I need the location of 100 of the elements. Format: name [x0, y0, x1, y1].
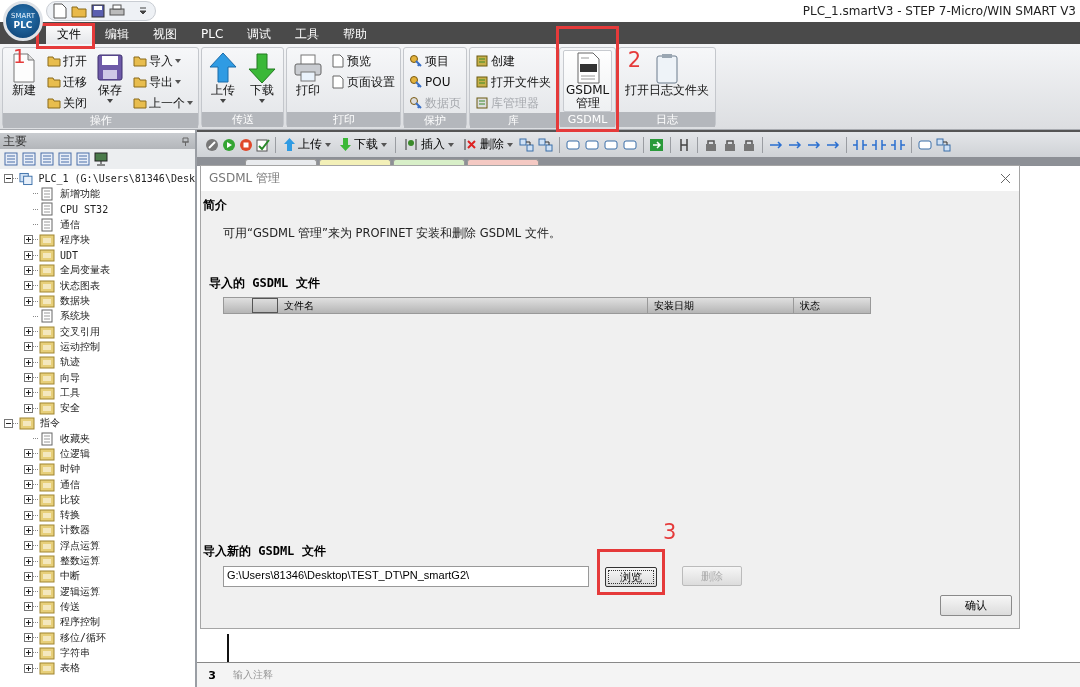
menu-tab[interactable]: 调试 [236, 24, 283, 44]
window-icon[interactable] [917, 137, 933, 152]
ribbon-button[interactable]: 页面设置 [329, 72, 397, 92]
tree-item[interactable]: 程序控制 [60, 615, 100, 630]
ribbon-button[interactable]: 创建 [473, 51, 553, 71]
column-header[interactable]: 安装日期 [648, 298, 794, 313]
tree-item[interactable]: 数据块 [60, 294, 90, 308]
window-icon[interactable] [565, 137, 581, 152]
browse-button[interactable]: 浏览 [605, 567, 657, 587]
ribbon-button[interactable]: 导入 [131, 51, 195, 71]
tree-item[interactable]: 运动控制 [60, 339, 100, 354]
expand-toggle[interactable] [24, 648, 33, 658]
lock-icon[interactable] [703, 137, 719, 152]
ribbon-button[interactable]: 打开文件夹 [473, 72, 553, 92]
tree-item[interactable]: 全局变量表 [60, 263, 110, 278]
tree-item[interactable]: 状态图表 [60, 278, 100, 293]
save-icon[interactable] [91, 4, 105, 18]
expand-toggle[interactable] [24, 587, 33, 597]
contact-icon[interactable] [871, 137, 887, 152]
tree-item[interactable]: 中断 [60, 569, 80, 584]
tree-item[interactable]: 新增功能 [60, 186, 100, 201]
expand-toggle[interactable] [4, 418, 13, 428]
expand-toggle[interactable] [24, 663, 33, 673]
tree-item[interactable]: 转换 [60, 508, 80, 523]
window-icon[interactable] [622, 137, 638, 152]
tree-item[interactable]: 位逻辑 [60, 447, 90, 461]
toolbar-button[interactable]: 删除 [460, 136, 516, 153]
expand-toggle[interactable] [4, 174, 13, 184]
arrow-box-icon[interactable] [649, 137, 665, 152]
toolbar-button[interactable]: 上传 [281, 136, 334, 153]
expand-toggle[interactable] [24, 525, 33, 535]
expand-toggle[interactable] [24, 235, 33, 245]
path-field[interactable]: G:\Users\81346\Desktop\TEST_DT\PN_smartG2\ [223, 565, 589, 587]
stop-icon[interactable] [239, 137, 253, 152]
ribbon-button[interactable]: 打开 [45, 51, 89, 71]
tree-item[interactable]: 计数器 [60, 523, 90, 538]
tree-item[interactable]: 时钟 [60, 462, 80, 477]
tree-item[interactable]: 通信 [60, 477, 80, 492]
expand-toggle[interactable] [24, 556, 33, 566]
print-icon[interactable] [109, 4, 125, 18]
compile-icon[interactable] [205, 137, 219, 152]
network-icon[interactable] [538, 137, 554, 152]
column-header[interactable]: 状态 [794, 298, 870, 313]
ribbon-button[interactable]: POU [407, 72, 463, 92]
tree-item[interactable]: 移位/循环 [60, 630, 107, 645]
run-icon[interactable] [222, 137, 236, 152]
expand-toggle[interactable] [24, 403, 33, 413]
expand-toggle[interactable] [24, 373, 33, 382]
toolbar-button[interactable]: 插入 [401, 136, 457, 153]
monitor-icon[interactable] [94, 152, 108, 166]
expand-toggle[interactable] [24, 480, 33, 490]
window-icon[interactable] [603, 137, 619, 152]
tree-item[interactable]: 比较 [60, 492, 80, 507]
contact-icon[interactable] [852, 137, 868, 152]
network-icon[interactable] [936, 137, 952, 152]
network-icon[interactable] [519, 137, 535, 152]
tree-item[interactable]: 通信 [60, 217, 80, 232]
ribbon-button[interactable]: 项目 [407, 51, 463, 71]
window-icon[interactable] [584, 137, 600, 152]
expand-toggle[interactable] [24, 265, 33, 275]
tree-item[interactable]: PLC_1 (G:\Users\81346\Desk [38, 173, 195, 185]
ribbon-button[interactable]: 上一个 [131, 93, 195, 113]
menu-tab[interactable]: 编辑 [94, 24, 140, 44]
expand-toggle[interactable] [24, 296, 33, 306]
expand-toggle[interactable] [24, 327, 33, 337]
expand-toggle[interactable] [24, 281, 33, 291]
expand-toggle[interactable] [24, 510, 33, 520]
ribbon-button[interactable]: 预览 [329, 51, 397, 71]
checklist-icon[interactable] [256, 137, 270, 152]
tree-item[interactable]: 程序块 [60, 232, 90, 247]
expand-toggle[interactable] [24, 449, 33, 459]
ribbon-button[interactable]: 迁移 [45, 72, 89, 92]
tree-item[interactable]: 浮点运算 [60, 538, 100, 553]
tree-item[interactable]: 收藏夹 [60, 431, 90, 446]
expand-toggle[interactable] [24, 633, 33, 643]
tree-item[interactable]: 逻辑运算 [60, 584, 100, 599]
contact-icon[interactable] [890, 137, 906, 152]
tree-item[interactable]: 传送 [60, 599, 80, 614]
pin-icon[interactable] [182, 136, 189, 146]
ribbon-button[interactable]: 关闭 [45, 93, 89, 113]
expand-toggle[interactable] [24, 495, 33, 505]
tree-item[interactable]: 工具 [60, 385, 80, 400]
column-header[interactable]: 文件名 [278, 298, 648, 313]
expand-toggle[interactable] [24, 388, 33, 398]
tree-item[interactable]: 表格 [60, 661, 80, 676]
toolbar-button[interactable]: 下载 [337, 136, 390, 153]
expand-toggle[interactable] [24, 250, 33, 260]
expand-toggle[interactable] [24, 357, 33, 367]
ribbon-button[interactable]: 打印 [290, 50, 326, 112]
tree-item[interactable]: 轨迹 [60, 355, 80, 370]
ribbon-button[interactable]: 导出 [131, 72, 195, 92]
menu-tab[interactable]: 帮助 [332, 24, 379, 44]
menu-tab[interactable]: 文件 [46, 24, 92, 44]
tree-item[interactable]: 安全 [60, 401, 80, 416]
expand-toggle[interactable] [24, 571, 33, 581]
new-file-icon[interactable] [53, 3, 67, 19]
ribbon-button[interactable]: GSDML 管理 [563, 50, 613, 112]
tree-item[interactable]: 指令 [40, 416, 60, 431]
close-icon[interactable] [1000, 173, 1011, 184]
menu-tab[interactable]: 视图 [142, 24, 188, 44]
